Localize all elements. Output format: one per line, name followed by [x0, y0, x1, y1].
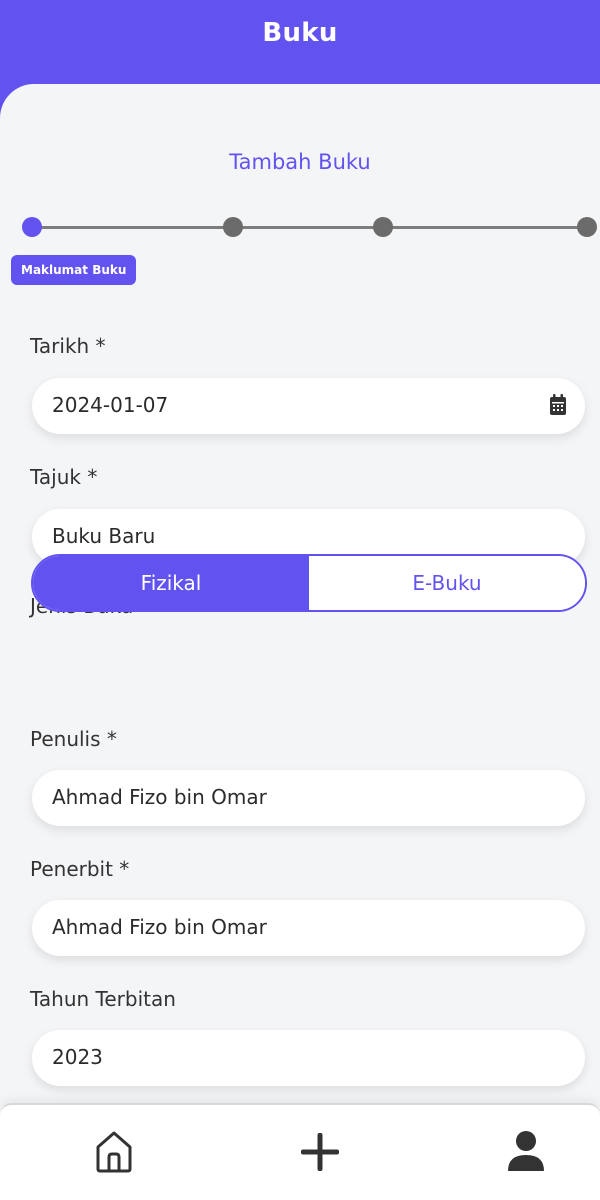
penulis-label: Penulis *	[30, 727, 117, 751]
ebuku-option[interactable]: E-Buku	[309, 556, 585, 610]
publisher-value: Ahmad Fizo bin Omar	[52, 915, 267, 939]
tahun-terbitan-label: Tahun Terbitan	[30, 987, 176, 1011]
stepper-line	[32, 226, 588, 229]
step-dot-2[interactable]	[223, 217, 243, 237]
year-field[interactable]: 2023	[32, 1030, 585, 1086]
step-dot-4[interactable]	[577, 217, 597, 237]
author-value: Ahmad Fizo bin Omar	[52, 785, 267, 809]
bottom-nav	[0, 1103, 600, 1200]
plus-icon[interactable]	[296, 1125, 344, 1177]
publisher-field[interactable]: Ahmad Fizo bin Omar	[32, 900, 585, 956]
user-icon[interactable]	[502, 1125, 550, 1177]
date-value: 2024-01-07	[52, 393, 169, 417]
step-label-badge: Maklumat Buku	[11, 255, 137, 285]
tajuk-label: Tajuk *	[30, 465, 98, 489]
penerbit-label: Penerbit *	[30, 857, 130, 881]
home-icon[interactable]	[90, 1125, 138, 1177]
page-title: Buku	[262, 18, 338, 48]
fizikal-option[interactable]: Fizikal	[33, 556, 309, 610]
tarikh-label: Tarikh *	[30, 334, 106, 358]
stepper	[0, 212, 600, 252]
step-dot-1[interactable]	[22, 217, 42, 237]
book-type-toggle: Fizikal E-Buku	[31, 554, 587, 612]
form-title: Tambah Buku	[229, 150, 371, 174]
step-dot-3[interactable]	[373, 217, 393, 237]
author-field[interactable]: Ahmad Fizo bin Omar	[32, 770, 585, 826]
title-value: Buku Baru	[52, 524, 156, 548]
calendar-icon[interactable]	[549, 394, 567, 416]
date-field[interactable]: 2024-01-07	[32, 378, 585, 434]
year-value: 2023	[52, 1045, 103, 1069]
